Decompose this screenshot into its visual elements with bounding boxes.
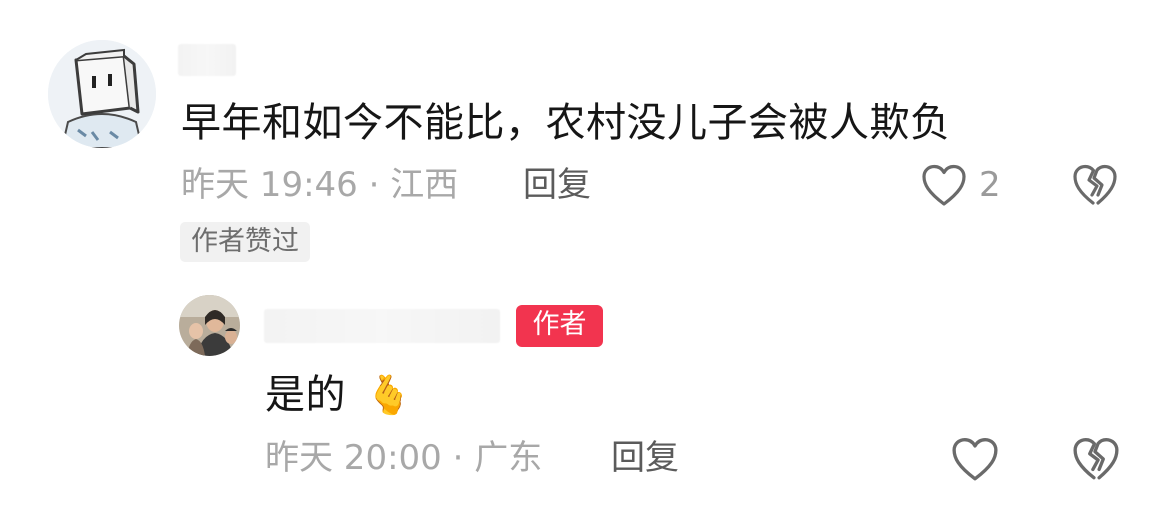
broken-heart-icon[interactable] — [1072, 436, 1120, 484]
box-head-avatar-icon — [48, 40, 156, 148]
like-count: 2 — [979, 165, 1001, 205]
reply-reply-button[interactable]: 回复 — [611, 438, 679, 478]
broken-heart-icon[interactable] — [1072, 163, 1118, 209]
reply-text: 是的 🫰 — [265, 371, 413, 419]
finger-heart-emoji-icon: 🫰 — [365, 373, 414, 417]
commenter-avatar[interactable] — [48, 40, 156, 148]
heart-outline-icon[interactable] — [951, 436, 999, 484]
reply-author-name-blurred[interactable] — [264, 309, 500, 343]
photo-avatar-icon — [179, 295, 240, 356]
heart-outline-icon[interactable] — [921, 163, 967, 209]
commenter-name-blurred[interactable] — [178, 44, 236, 76]
reply-meta: 昨天 20:00 · 广东 — [265, 438, 543, 478]
comment-meta: 昨天 19:46 · 江西 — [181, 165, 459, 205]
reply-author-avatar[interactable] — [179, 295, 240, 356]
comment-reply-button[interactable]: 回复 — [523, 165, 591, 205]
reply-text-label: 是的 — [265, 372, 346, 418]
author-badge: 作者 — [516, 305, 603, 347]
author-liked-tag: 作者赞过 — [180, 222, 310, 262]
comment-text: 早年和如今不能比，农村没儿子会被人欺负 — [181, 100, 951, 146]
